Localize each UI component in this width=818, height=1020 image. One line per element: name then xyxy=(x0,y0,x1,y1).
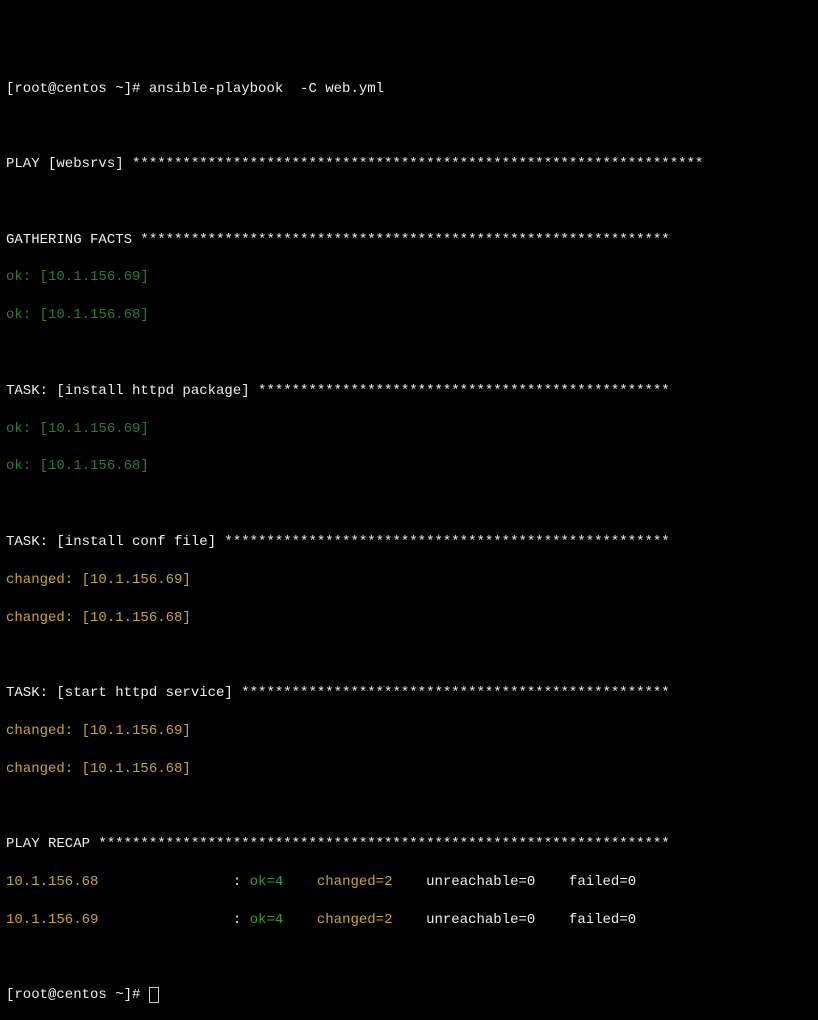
recap-failed: failed=0 xyxy=(569,874,661,890)
blank-line xyxy=(6,646,812,665)
blank-line xyxy=(6,495,812,514)
command-line: [root@centos ~]# ansible-playbook -C web… xyxy=(6,80,812,99)
gathering-facts-header: GATHERING FACTS ************************… xyxy=(6,231,812,250)
prompt-text: [root@centos ~]# xyxy=(6,987,149,1003)
recap-unreachable: unreachable=0 xyxy=(426,912,569,928)
ok-status-line: ok: [10.1.156.68] xyxy=(6,457,812,476)
blank-line xyxy=(6,193,812,212)
recap-ok: ok=4 xyxy=(250,912,317,928)
play-recap-header: PLAY RECAP *****************************… xyxy=(6,835,812,854)
blank-line xyxy=(6,949,812,968)
recap-changed: changed=2 xyxy=(317,874,426,890)
task-header: TASK: [start httpd service] ************… xyxy=(6,684,812,703)
ok-status-line: ok: [10.1.156.68] xyxy=(6,306,812,325)
task-header: TASK: [install conf file] **************… xyxy=(6,533,812,552)
changed-status-line: changed: [10.1.156.69] xyxy=(6,722,812,741)
blank-line xyxy=(6,797,812,816)
task-header: TASK: [install httpd package] **********… xyxy=(6,382,812,401)
recap-unreachable: unreachable=0 xyxy=(426,874,569,890)
ok-status-line: ok: [10.1.156.69] xyxy=(6,420,812,439)
play-header: PLAY [websrvs] *************************… xyxy=(6,155,812,174)
recap-host: 10.1.156.68 xyxy=(6,874,233,890)
recap-colon: : xyxy=(233,874,250,890)
changed-status-line: changed: [10.1.156.68] xyxy=(6,760,812,779)
recap-changed: changed=2 xyxy=(317,912,426,928)
changed-status-line: changed: [10.1.156.69] xyxy=(6,571,812,590)
changed-status-line: changed: [10.1.156.68] xyxy=(6,609,812,628)
blank-line xyxy=(6,117,812,136)
recap-ok: ok=4 xyxy=(250,874,317,890)
ok-status-line: ok: [10.1.156.69] xyxy=(6,268,812,287)
recap-host: 10.1.156.69 xyxy=(6,912,233,928)
recap-line: 10.1.156.69 : ok=4 changed=2 unreachable… xyxy=(6,911,812,930)
recap-line: 10.1.156.68 : ok=4 changed=2 unreachable… xyxy=(6,873,812,892)
blank-line xyxy=(6,344,812,363)
recap-colon: : xyxy=(233,912,250,928)
recap-failed: failed=0 xyxy=(569,912,661,928)
cursor-icon xyxy=(149,987,159,1003)
command-prompt[interactable]: [root@centos ~]# xyxy=(6,986,812,1005)
